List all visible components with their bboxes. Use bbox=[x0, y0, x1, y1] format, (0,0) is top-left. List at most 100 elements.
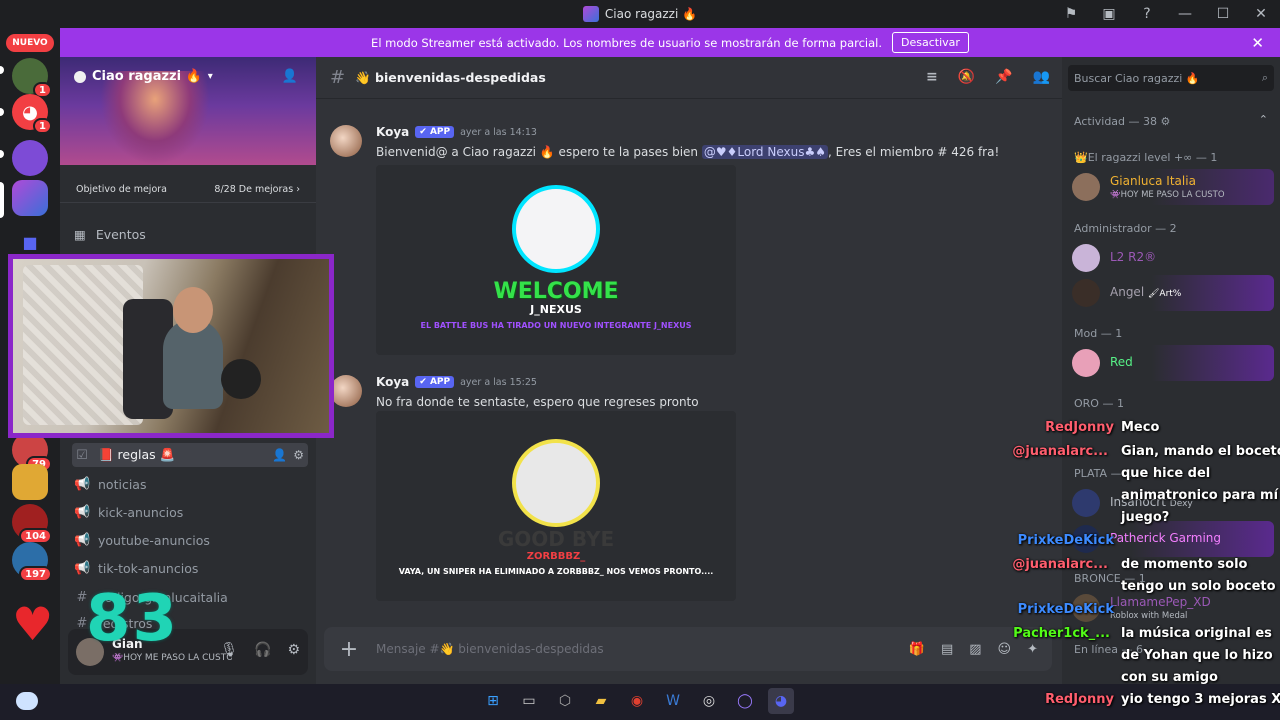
channel-reglas[interactable]: ☑ 📕 reglas 🚨 👤 ⚙ bbox=[72, 443, 308, 467]
file-explorer-icon[interactable]: ▰ bbox=[588, 688, 614, 714]
screen: Ciao ragazzi 🔥 ⚑ ▣ ? — ☐ ✕ NUEVO 1 ◕ 1 ■… bbox=[0, 0, 1280, 720]
member-item[interactable]: Gianluca Italia 👾HOY ME PASO LA CUSTO bbox=[1070, 169, 1274, 205]
gift-icon[interactable]: 🎁 bbox=[909, 642, 925, 657]
maximize-icon[interactable]: ☐ bbox=[1204, 0, 1242, 28]
server-icon-ciao-ragazzi[interactable] bbox=[12, 180, 48, 216]
chrome-icon[interactable]: ◉ bbox=[624, 688, 650, 714]
microphone-icon[interactable]: 🎙 bbox=[220, 642, 238, 658]
avatar[interactable] bbox=[330, 375, 362, 407]
channel-youtube-anuncios[interactable]: 📢 youtube-anuncios bbox=[72, 528, 308, 552]
emoji-icon[interactable]: ☺ bbox=[998, 642, 1012, 657]
window-title-group: Ciao ragazzi 🔥 bbox=[582, 6, 697, 22]
start-icon[interactable]: ⊞ bbox=[480, 688, 506, 714]
avatar bbox=[1072, 489, 1100, 517]
channel-tik-tok-anuncios[interactable]: 📢 tik-tok-anuncios bbox=[72, 556, 308, 580]
server-header[interactable]: Ciao ragazzi 🔥 ▾ 👤 bbox=[60, 57, 316, 165]
events-label: Eventos bbox=[95, 227, 146, 242]
search-input[interactable]: Buscar Ciao ragazzi 🔥 ⌕ bbox=[1068, 65, 1274, 91]
composer-icons: 🎁 ▤ ▨ ☺ ✦ bbox=[909, 642, 1038, 657]
threads-icon[interactable]: ≡ bbox=[926, 69, 938, 85]
close-window-icon[interactable]: ✕ bbox=[1242, 0, 1280, 28]
gif-icon[interactable]: ▤ bbox=[941, 642, 953, 657]
user-mention[interactable]: @♥♦Lord Nexus♣♠ bbox=[701, 145, 828, 159]
settings-icon[interactable]: ⚙ bbox=[287, 642, 300, 658]
chevron-up-icon[interactable]: ⌃ bbox=[1259, 113, 1268, 126]
unread-pill bbox=[0, 66, 4, 74]
chat-overlay-message: la música original es bbox=[1121, 626, 1272, 641]
weather-icon[interactable] bbox=[16, 692, 38, 710]
message-author[interactable]: Koya bbox=[376, 375, 409, 389]
task-view-icon[interactable]: ▭ bbox=[516, 688, 542, 714]
channel-actions: 👤 ⚙ bbox=[272, 448, 308, 462]
add-member-icon[interactable]: 👤 bbox=[282, 69, 298, 84]
app-tag: ✔ APP bbox=[415, 376, 455, 388]
chat-overlay-user: PrixkeDeKick bbox=[1017, 602, 1114, 617]
megaphone-icon: 📢 bbox=[74, 560, 91, 576]
megaphone-icon: 📢 bbox=[74, 532, 91, 548]
channel-name: noticias bbox=[98, 476, 147, 492]
welcome-avatar-circle bbox=[512, 185, 600, 273]
boost-goal-row[interactable]: Objetivo de mejora 8/28 De mejoras › bbox=[60, 177, 316, 203]
composer-placeholder[interactable]: Mensaje #👋 bienvenidas-despedidas bbox=[376, 642, 604, 656]
epic-games-icon[interactable]: ⬡ bbox=[552, 688, 578, 714]
goodbye-title: GOOD BYE bbox=[497, 527, 615, 551]
minimize-icon[interactable]: — bbox=[1166, 0, 1204, 28]
member-name-text: Angel bbox=[1110, 285, 1145, 299]
close-icon[interactable]: ✕ bbox=[1251, 34, 1264, 52]
server-icon-6[interactable] bbox=[12, 464, 48, 500]
message-composer[interactable]: + Mensaje #👋 bienvenidas-despedidas 🎁 ▤ … bbox=[324, 627, 1052, 671]
chat-overlay-message: con su amigo bbox=[1121, 670, 1218, 685]
add-attachment-icon[interactable]: + bbox=[338, 637, 360, 662]
apps-icon[interactable]: ✦ bbox=[1027, 642, 1038, 657]
channel-noticias[interactable]: 📢 noticias bbox=[72, 472, 308, 496]
member-item[interactable]: Angel 🖌Art% bbox=[1070, 275, 1274, 311]
disable-streamer-button[interactable]: Desactivar bbox=[892, 32, 969, 53]
avatar[interactable] bbox=[330, 125, 362, 157]
streamer-mode-banner: El modo Streamer está activado. Los nomb… bbox=[60, 28, 1280, 57]
member-list-icon[interactable]: 👥 bbox=[1033, 69, 1050, 85]
server-icon-7[interactable]: 104 bbox=[12, 504, 52, 544]
message-time: ayer a las 15:25 bbox=[460, 376, 537, 388]
inbox-icon[interactable]: ▣ bbox=[1090, 0, 1128, 28]
server-name: Ciao ragazzi 🔥 bbox=[92, 69, 202, 84]
welcome-image[interactable]: WELCOME J_NEXUS EL BATTLE BUS HA TIRADO … bbox=[376, 165, 736, 355]
pin-icon[interactable]: 📌 bbox=[995, 69, 1012, 85]
server-icon-1[interactable]: 1 bbox=[12, 58, 52, 98]
help-icon[interactable]: ? bbox=[1128, 0, 1166, 28]
message: Koya ✔ APP ayer a las 15:25 No fra donde… bbox=[330, 375, 1050, 615]
discord-taskbar-icon[interactable]: ◕ bbox=[768, 688, 794, 714]
boost-progress-text: 8/28 De mejoras bbox=[214, 184, 294, 195]
discord-dm-icon[interactable]: ◕ 1 bbox=[12, 94, 52, 134]
server-icon-3[interactable] bbox=[12, 140, 48, 176]
flag-icon[interactable]: ⚑ bbox=[1052, 0, 1090, 28]
goodbye-image[interactable]: GOOD BYE ZORBBBZ_ VAYA, UN SNIPER HA ELI… bbox=[376, 411, 736, 601]
message-author[interactable]: Koya bbox=[376, 125, 409, 139]
new-badge[interactable]: NUEVO bbox=[6, 34, 54, 52]
webcam-overlay bbox=[8, 254, 334, 438]
member-item[interactable]: Red bbox=[1070, 345, 1274, 381]
settings-icon[interactable]: ⚙ bbox=[293, 448, 304, 462]
events-row[interactable]: ▦ Eventos bbox=[74, 227, 146, 242]
sticker-icon[interactable]: ▨ bbox=[969, 642, 981, 657]
member-item[interactable]: L2 R2® bbox=[1070, 240, 1274, 276]
chat-overlay-message: animatronico para mí bbox=[1121, 488, 1279, 503]
chat-overlay-message: yio tengo 3 mejoras Xd bbox=[1121, 692, 1280, 707]
calendar-icon: ▦ bbox=[74, 227, 86, 242]
invite-icon[interactable]: 👤 bbox=[272, 448, 287, 462]
word-icon[interactable]: W bbox=[660, 688, 686, 714]
welcome-caption: EL BATTLE BUS HA TIRADO UN NUEVO INTEGRA… bbox=[420, 321, 692, 330]
obs-icon[interactable]: ◎ bbox=[696, 688, 722, 714]
mention-badge: 104 bbox=[19, 528, 52, 544]
channel-kick-anuncios[interactable]: 📢 kick-anuncios bbox=[72, 500, 308, 524]
app-tag: ✔ APP bbox=[415, 126, 455, 138]
megaphone-icon: 📢 bbox=[74, 504, 91, 520]
headphones-icon[interactable]: 🎧 bbox=[254, 642, 271, 658]
app-icon[interactable]: ◯ bbox=[732, 688, 758, 714]
notifications-icon[interactable]: 🔕 bbox=[958, 69, 975, 85]
unread-pill bbox=[0, 108, 4, 116]
goodbye-name: ZORBBBZ_ bbox=[526, 551, 586, 562]
channel-name: tik-tok-anuncios bbox=[98, 560, 199, 576]
activity-header[interactable]: Actividad — 38 ⚙ bbox=[1074, 115, 1170, 128]
server-icon-8[interactable]: 197 bbox=[12, 542, 52, 582]
server-title[interactable]: Ciao ragazzi 🔥 ▾ bbox=[74, 69, 213, 84]
